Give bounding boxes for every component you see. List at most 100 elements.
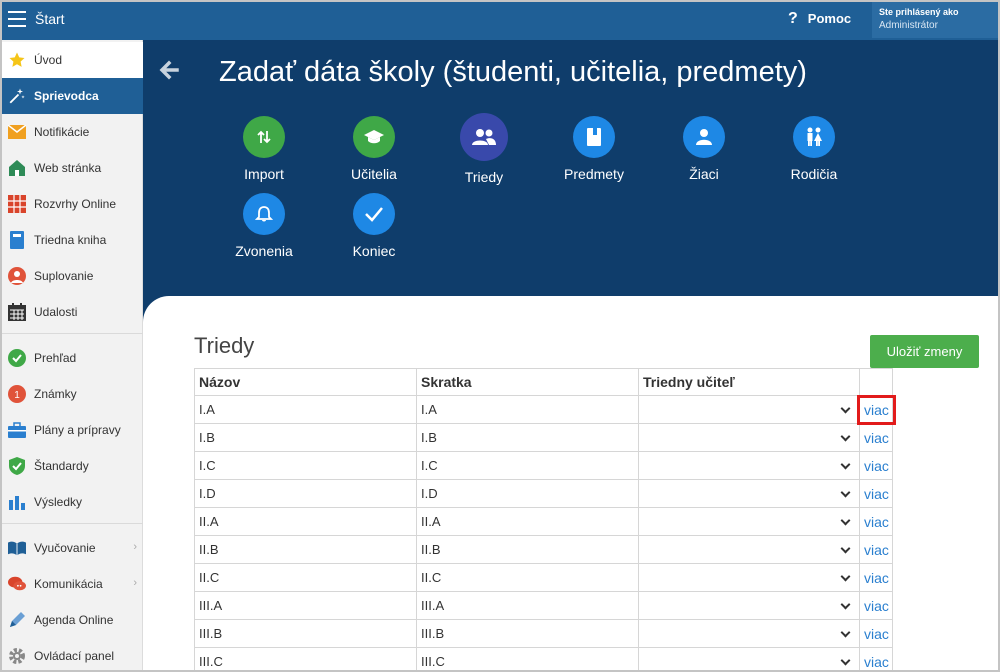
- sidebar-item-label: Výsledky: [34, 495, 83, 509]
- sidebar-item-rozvrhy-online[interactable]: Rozvrhy Online: [2, 186, 143, 222]
- wizard-step-triedy[interactable]: Triedy: [429, 113, 539, 185]
- wizard-step-koniec[interactable]: Koniec: [319, 193, 429, 259]
- column-header-teacher[interactable]: Triedny učiteľ: [638, 368, 860, 396]
- more-link[interactable]: viac: [859, 423, 893, 452]
- class-short-cell[interactable]: I.D: [416, 479, 639, 508]
- class-short-cell[interactable]: III.C: [416, 647, 639, 670]
- svg-text:1: 1: [14, 390, 20, 401]
- class-short-cell[interactable]: II.A: [416, 507, 639, 536]
- sidebar-item-web-stranka[interactable]: Web stránka: [2, 150, 143, 186]
- sidebar-item-vysledky[interactable]: Výsledky: [2, 484, 143, 520]
- table-row: III.C III.C viac: [194, 647, 893, 670]
- class-teacher-select[interactable]: [638, 451, 860, 480]
- chevron-down-icon: [840, 403, 851, 414]
- more-link[interactable]: viac: [859, 479, 893, 508]
- table-row: II.B II.B viac: [194, 535, 893, 564]
- sidebar-item-znamky[interactable]: 1 Známky: [2, 376, 143, 412]
- chevron-down-icon: [840, 571, 851, 582]
- class-name-cell[interactable]: II.C: [194, 563, 417, 592]
- sidebar-item-uvod[interactable]: Úvod: [2, 42, 143, 78]
- sidebar: Úvod Sprievodca Notifikácie Web stránka …: [2, 40, 143, 670]
- class-short-cell[interactable]: III.B: [416, 619, 639, 648]
- wizard-step-predmety[interactable]: Predmety: [539, 116, 649, 182]
- column-header-name[interactable]: Názov: [194, 368, 417, 396]
- class-teacher-select[interactable]: [638, 647, 860, 670]
- class-name-cell[interactable]: I.C: [194, 451, 417, 480]
- star-icon: [8, 51, 26, 69]
- more-link[interactable]: viac: [859, 619, 893, 648]
- sidebar-item-label: Štandardy: [34, 459, 89, 473]
- sidebar-item-prehlad[interactable]: Prehľad: [2, 340, 143, 376]
- sidebar-item-udalosti[interactable]: Udalosti: [2, 294, 143, 330]
- more-link[interactable]: viac: [859, 591, 893, 620]
- class-name-cell[interactable]: II.B: [194, 535, 417, 564]
- more-link[interactable]: viac: [859, 535, 893, 564]
- class-short-cell[interactable]: I.A: [416, 395, 639, 424]
- chevron-down-icon: [840, 543, 851, 554]
- class-teacher-select[interactable]: [638, 535, 860, 564]
- class-short-cell[interactable]: III.A: [416, 591, 639, 620]
- class-name-cell[interactable]: I.D: [194, 479, 417, 508]
- more-link[interactable]: viac: [859, 507, 893, 536]
- app-window: Štart ? Pomoc Ste prihlásený ako Administ…: [0, 0, 1000, 672]
- more-link[interactable]: viac: [859, 451, 893, 480]
- chevron-right-icon: ›: [133, 577, 137, 589]
- menu-icon[interactable]: [8, 11, 26, 27]
- chat-icon: [8, 575, 26, 593]
- help-button[interactable]: ? Pomoc: [788, 10, 851, 28]
- classes-table: Názov Skratka Triedny učiteľ I.A I.A via…: [194, 368, 893, 670]
- class-teacher-select[interactable]: [638, 507, 860, 536]
- sidebar-item-label: Agenda Online: [34, 613, 114, 627]
- sidebar-item-notifikacie[interactable]: Notifikácie: [2, 114, 143, 150]
- wizard-step-ucitelia[interactable]: Učitelia: [319, 116, 429, 182]
- sidebar-item-label: Notifikácie: [34, 125, 90, 139]
- wizard-step-import[interactable]: Import: [209, 116, 319, 182]
- user-label: Ste prihlásený ako: [879, 7, 959, 17]
- sidebar-item-ovladaci-panel[interactable]: Ovládací panel: [2, 638, 143, 670]
- column-header-short[interactable]: Skratka: [416, 368, 639, 396]
- class-short-cell[interactable]: I.B: [416, 423, 639, 452]
- sidebar-item-suplovanie[interactable]: Suplovanie: [2, 258, 143, 294]
- back-arrow-icon[interactable]: [157, 58, 181, 82]
- parents-icon: [793, 116, 835, 158]
- sidebar-item-standardy[interactable]: Štandardy: [2, 448, 143, 484]
- class-name-cell[interactable]: III.C: [194, 647, 417, 670]
- sidebar-item-agenda-online[interactable]: Agenda Online: [2, 602, 143, 638]
- class-name-cell[interactable]: III.A: [194, 591, 417, 620]
- class-teacher-select[interactable]: [638, 619, 860, 648]
- wizard-step-zvonenia[interactable]: Zvonenia: [209, 193, 319, 259]
- sidebar-item-label: Komunikácia: [34, 577, 103, 591]
- more-link[interactable]: viac: [859, 647, 893, 670]
- sidebar-item-label: Známky: [34, 387, 77, 401]
- class-name-cell[interactable]: I.A: [194, 395, 417, 424]
- class-short-cell[interactable]: I.C: [416, 451, 639, 480]
- class-teacher-select[interactable]: [638, 591, 860, 620]
- user-role: Administrátor: [879, 20, 938, 31]
- sidebar-item-triedna-kniha[interactable]: Triedna kniha: [2, 222, 143, 258]
- chevron-down-icon: [840, 487, 851, 498]
- class-name-cell[interactable]: III.B: [194, 619, 417, 648]
- user-info[interactable]: Ste prihlásený ako Administrátor: [872, 2, 998, 38]
- class-teacher-select[interactable]: [638, 479, 860, 508]
- wizard-step-ziaci[interactable]: Žiaci: [649, 116, 759, 182]
- wizard-step-label: Import: [244, 166, 284, 182]
- sidebar-item-plany-a-pripravy[interactable]: Plány a prípravy: [2, 412, 143, 448]
- class-name-cell[interactable]: I.B: [194, 423, 417, 452]
- save-changes-button[interactable]: Uložiť zmeny: [870, 335, 979, 368]
- class-teacher-select[interactable]: [638, 563, 860, 592]
- more-link[interactable]: viac: [859, 563, 893, 592]
- sidebar-item-sprievodca[interactable]: Sprievodca: [2, 78, 143, 114]
- class-short-cell[interactable]: II.C: [416, 563, 639, 592]
- sidebar-item-komunikacia[interactable]: Komunikácia ›: [2, 566, 143, 602]
- class-name-cell[interactable]: II.A: [194, 507, 417, 536]
- class-teacher-select[interactable]: [638, 423, 860, 452]
- table-row: I.A I.A viac: [194, 395, 893, 424]
- student-icon: [683, 116, 725, 158]
- wizard-step-rodicia[interactable]: Rodičia: [759, 116, 869, 182]
- top-title[interactable]: Štart: [35, 11, 65, 27]
- sidebar-item-vyucovanie[interactable]: Vyučovanie ›: [2, 530, 143, 566]
- question-icon: ?: [788, 10, 798, 27]
- class-teacher-select[interactable]: [638, 395, 860, 424]
- class-short-cell[interactable]: II.B: [416, 535, 639, 564]
- table-row: III.A III.A viac: [194, 591, 893, 620]
